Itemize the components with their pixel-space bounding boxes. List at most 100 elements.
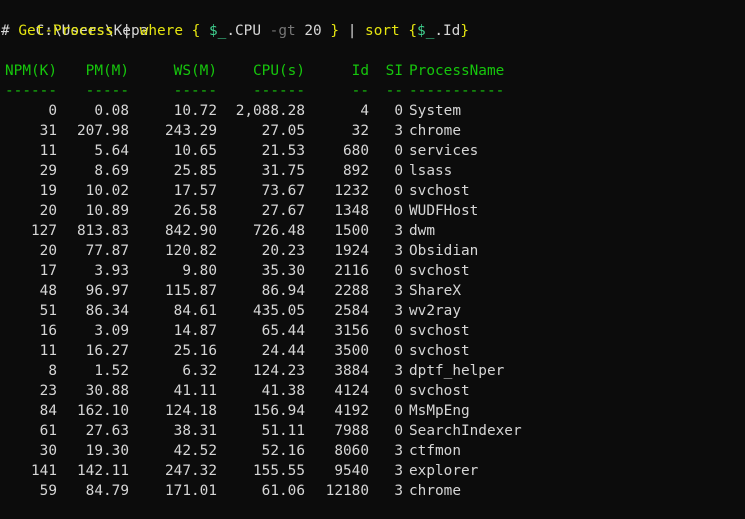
- cell-cpu: 21.53: [261, 143, 305, 159]
- cell-id: 7988: [334, 423, 369, 439]
- cell-ws: 115.87: [165, 283, 217, 299]
- cell-pm: 10.89: [85, 203, 129, 219]
- cell-si: 0: [394, 323, 403, 339]
- header-npm: NPM(K): [5, 63, 57, 79]
- cell-processname: chrome: [409, 123, 461, 139]
- cell-ws: 842.90: [165, 223, 217, 239]
- cell-pm: 1.52: [94, 363, 129, 379]
- separator-pm: -----: [85, 83, 129, 99]
- cell-pm: 813.83: [77, 223, 129, 239]
- table-row: 59 84.79 171.01 61.06 12180 3 chrome: [1, 481, 745, 501]
- cell-cpu: 24.44: [261, 343, 305, 359]
- cell-pm: 0.08: [94, 103, 129, 119]
- cell-ws: 17.57: [173, 183, 217, 199]
- cell-cpu: 65.44: [261, 323, 305, 339]
- separator-ws: -----: [173, 83, 217, 99]
- cell-id: 680: [343, 143, 369, 159]
- table-row: 51 86.34 84.61 435.05 2584 3 wv2ray: [1, 301, 745, 321]
- comparison-value: 20: [304, 23, 322, 39]
- cell-id: 2116: [334, 263, 369, 279]
- cell-pm: 96.97: [85, 283, 129, 299]
- cell-pm: 10.02: [85, 183, 129, 199]
- cell-id: 1232: [334, 183, 369, 199]
- cell-processname: WUDFHost: [409, 203, 479, 219]
- cell-ws: 42.52: [173, 443, 217, 459]
- cell-cpu: 41.38: [261, 383, 305, 399]
- cell-id: 2288: [334, 283, 369, 299]
- cell-si: 3: [394, 463, 403, 479]
- cell-processname: lsass: [409, 163, 453, 179]
- cell-id: 9540: [334, 463, 369, 479]
- cell-npm: 127: [31, 223, 57, 239]
- cell-ws: 26.58: [173, 203, 217, 219]
- header-cpu: CPU(s): [253, 63, 305, 79]
- cell-npm: 31: [39, 123, 57, 139]
- command-line[interactable]: # Get-Process | where { $_.CPU -gt 20 } …: [1, 21, 745, 41]
- table-row: 16 3.09 14.87 65.44 3156 0 svchost: [1, 321, 745, 341]
- cell-npm: 20: [39, 203, 57, 219]
- table-separator-row: ------ ----- ----- ------ -- -- --------…: [1, 81, 745, 101]
- cell-pm: 5.64: [94, 143, 129, 159]
- separator-si: --: [385, 83, 403, 99]
- separator-id: --: [351, 83, 369, 99]
- cell-pm: 8.69: [94, 163, 129, 179]
- cell-ws: 120.82: [165, 243, 217, 259]
- cell-npm: 17: [39, 263, 57, 279]
- cell-cpu: 156.94: [253, 403, 305, 419]
- table-row: 141 142.11 247.32 155.55 9540 3 explorer: [1, 461, 745, 481]
- terminal-window[interactable]: C:\Users\Kepa # Get-Process | where { $_…: [0, 0, 745, 519]
- cell-ws: 25.85: [173, 163, 217, 179]
- cell-processname: dptf_helper: [409, 363, 505, 379]
- cell-npm: 84: [39, 403, 57, 419]
- cell-ws: 124.18: [165, 403, 217, 419]
- table-row: 8 1.52 6.32 124.23 3884 3 dptf_helper: [1, 361, 745, 381]
- cell-cpu: 2,088.28: [235, 103, 305, 119]
- cell-ws: 38.31: [173, 423, 217, 439]
- cell-pm: 30.88: [85, 383, 129, 399]
- cell-cpu: 86.94: [261, 283, 305, 299]
- table-row: 84 162.10 124.18 156.94 4192 0 MsMpEng: [1, 401, 745, 421]
- cell-cpu: 20.23: [261, 243, 305, 259]
- separator-npm: ------: [5, 83, 57, 99]
- cell-pm: 3.09: [94, 323, 129, 339]
- table-row: 19 10.02 17.57 73.67 1232 0 svchost: [1, 181, 745, 201]
- cell-pm: 84.79: [85, 483, 129, 499]
- sort-scriptblock-open: {: [408, 23, 418, 39]
- cell-processname: ctfmon: [409, 443, 461, 459]
- cell-si: 0: [394, 103, 403, 119]
- header-ws: WS(M): [173, 63, 217, 79]
- cell-processname: dwm: [409, 223, 435, 239]
- cell-processname: services: [409, 143, 479, 159]
- cell-cpu: 73.67: [261, 183, 305, 199]
- cell-cpu: 51.11: [261, 423, 305, 439]
- cell-npm: 0: [48, 103, 57, 119]
- cell-si: 0: [394, 263, 403, 279]
- header-si: SI: [385, 63, 403, 79]
- cell-pm: 19.30: [85, 443, 129, 459]
- cell-processname: Obsidian: [409, 243, 479, 259]
- sort-scriptblock-close: }: [460, 23, 470, 39]
- table-header-row: NPM(K) PM(M) WS(M) CPU(s) Id SI ProcessN…: [1, 61, 745, 81]
- separator-processname: -----------: [409, 83, 505, 99]
- cell-ws: 171.01: [165, 483, 217, 499]
- cell-pm: 207.98: [77, 123, 129, 139]
- pipeline-variable: $_: [209, 23, 227, 39]
- table-row: 20 77.87 120.82 20.23 1924 3 Obsidian: [1, 241, 745, 261]
- cell-id: 892: [343, 163, 369, 179]
- cell-id: 1924: [334, 243, 369, 259]
- cell-ws: 243.29: [165, 123, 217, 139]
- table-row: 11 16.27 25.16 24.44 3500 0 svchost: [1, 341, 745, 361]
- cell-si: 3: [394, 443, 403, 459]
- cell-pm: 3.93: [94, 263, 129, 279]
- cell-cpu: 726.48: [253, 223, 305, 239]
- cell-npm: 30: [39, 443, 57, 459]
- cell-npm: 11: [39, 143, 57, 159]
- table-row: 127 813.83 842.90 726.48 1500 3 dwm: [1, 221, 745, 241]
- cell-cpu: 27.67: [261, 203, 305, 219]
- cell-id: 4124: [334, 383, 369, 399]
- cell-id: 3156: [334, 323, 369, 339]
- cell-pm: 86.34: [85, 303, 129, 319]
- cell-si: 0: [394, 163, 403, 179]
- cell-ws: 41.11: [173, 383, 217, 399]
- cell-npm: 29: [39, 163, 57, 179]
